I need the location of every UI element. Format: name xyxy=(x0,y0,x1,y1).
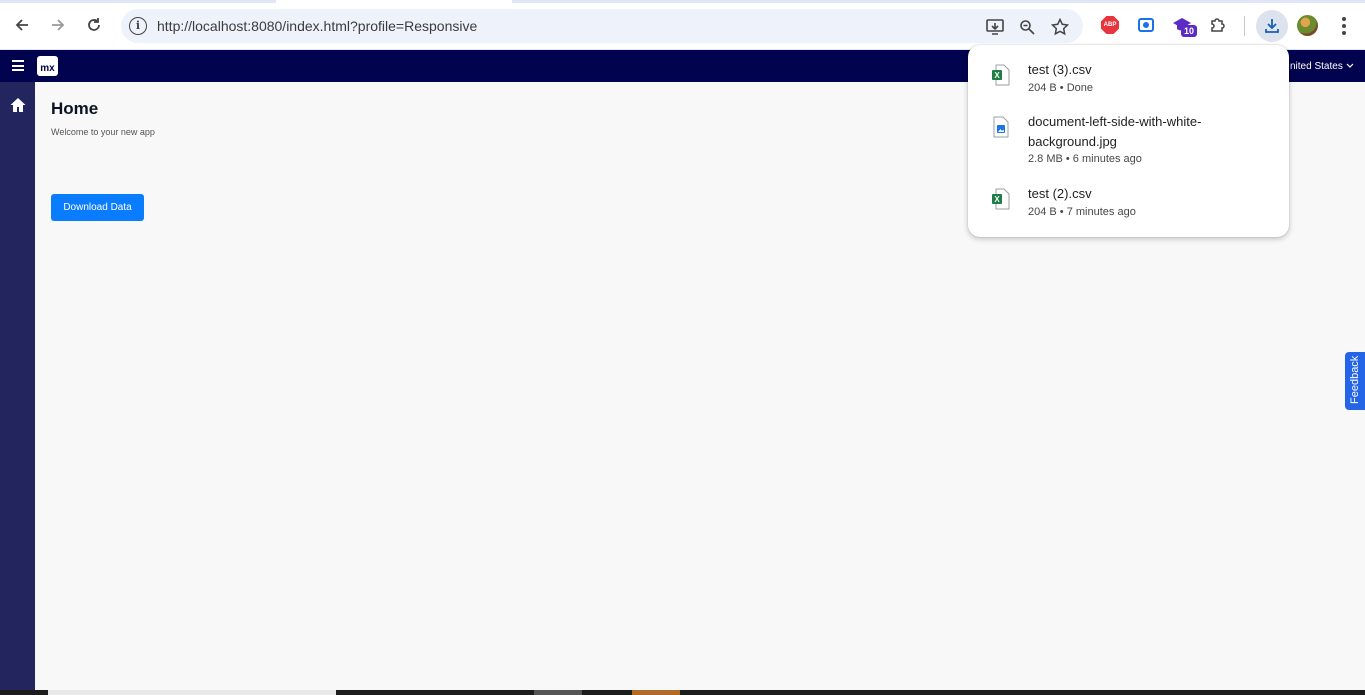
download-file-meta: 204 B • 7 minutes ago xyxy=(1028,206,1136,218)
adblock-extension-icon[interactable]: ABP xyxy=(1099,14,1121,36)
back-icon[interactable] xyxy=(9,12,35,38)
home-icon[interactable] xyxy=(9,96,27,114)
bookmark-star-icon[interactable] xyxy=(1050,17,1070,37)
download-icon xyxy=(1265,19,1279,33)
url-text[interactable]: http://localhost:8080/index.html?profile… xyxy=(157,18,477,34)
download-file-meta: 204 B • Done xyxy=(1028,82,1094,94)
chevron-down-icon xyxy=(1346,63,1354,68)
site-info-icon[interactable]: i xyxy=(129,17,147,35)
zoom-icon[interactable] xyxy=(1017,17,1037,37)
download-file-name: test (3).csv xyxy=(1028,62,1092,77)
install-app-icon[interactable] xyxy=(985,17,1005,37)
excel-file-icon: X xyxy=(992,64,1010,86)
downloads-button[interactable] xyxy=(1256,10,1288,42)
toolbar-separator xyxy=(1244,16,1245,36)
download-item[interactable]: document-left-side-with-white-background… xyxy=(968,113,1289,169)
svg-text:X: X xyxy=(994,71,1000,80)
browser-toolbar: i http://localhost:8080/index.html?profi… xyxy=(0,0,1365,50)
language-label: nited States xyxy=(1290,61,1343,72)
active-tab[interactable] xyxy=(276,0,512,3)
download-file-name: test (2).csv xyxy=(1028,186,1092,201)
profile-avatar[interactable] xyxy=(1297,15,1318,36)
app-logo[interactable]: mx xyxy=(37,56,58,76)
screen-recorder-extension-icon[interactable] xyxy=(1135,14,1157,36)
download-item[interactable]: X test (2).csv 204 B • 7 minutes ago xyxy=(968,185,1289,225)
download-file-name: document-left-side-with-white-background… xyxy=(1028,114,1202,149)
page-title: Home xyxy=(51,99,99,118)
address-bar[interactable]: i http://localhost:8080/index.html?profi… xyxy=(121,9,1083,43)
tab-strip xyxy=(0,0,1365,3)
extensions-puzzle-icon[interactable] xyxy=(1207,14,1229,36)
download-data-button[interactable]: Download Data xyxy=(51,194,144,221)
feedback-label: Feedback xyxy=(1349,355,1361,404)
downloads-panel: X test (3).csv 204 B • Done document-lef… xyxy=(968,45,1289,237)
excel-file-icon: X xyxy=(992,188,1010,210)
svg-text:X: X xyxy=(994,195,1000,204)
download-file-meta: 2.8 MB • 6 minutes ago xyxy=(1028,153,1142,165)
sidebar xyxy=(0,82,35,695)
taskbar xyxy=(0,690,1365,695)
academic-extension-icon[interactable]: 10 xyxy=(1171,14,1198,37)
image-file-icon xyxy=(993,116,1009,138)
reload-icon[interactable] xyxy=(81,12,107,38)
language-selector[interactable]: nited States xyxy=(1290,61,1354,72)
hamburger-menu-icon[interactable] xyxy=(12,60,24,71)
forward-icon[interactable] xyxy=(45,12,71,38)
download-item[interactable]: X test (3).csv 204 B • Done xyxy=(968,61,1289,101)
page-subtitle: Welcome to your new app xyxy=(51,127,155,137)
browser-menu-icon[interactable] xyxy=(1334,15,1354,37)
extension-badge: 10 xyxy=(1181,25,1198,37)
feedback-tab[interactable]: Feedback xyxy=(1345,352,1365,410)
